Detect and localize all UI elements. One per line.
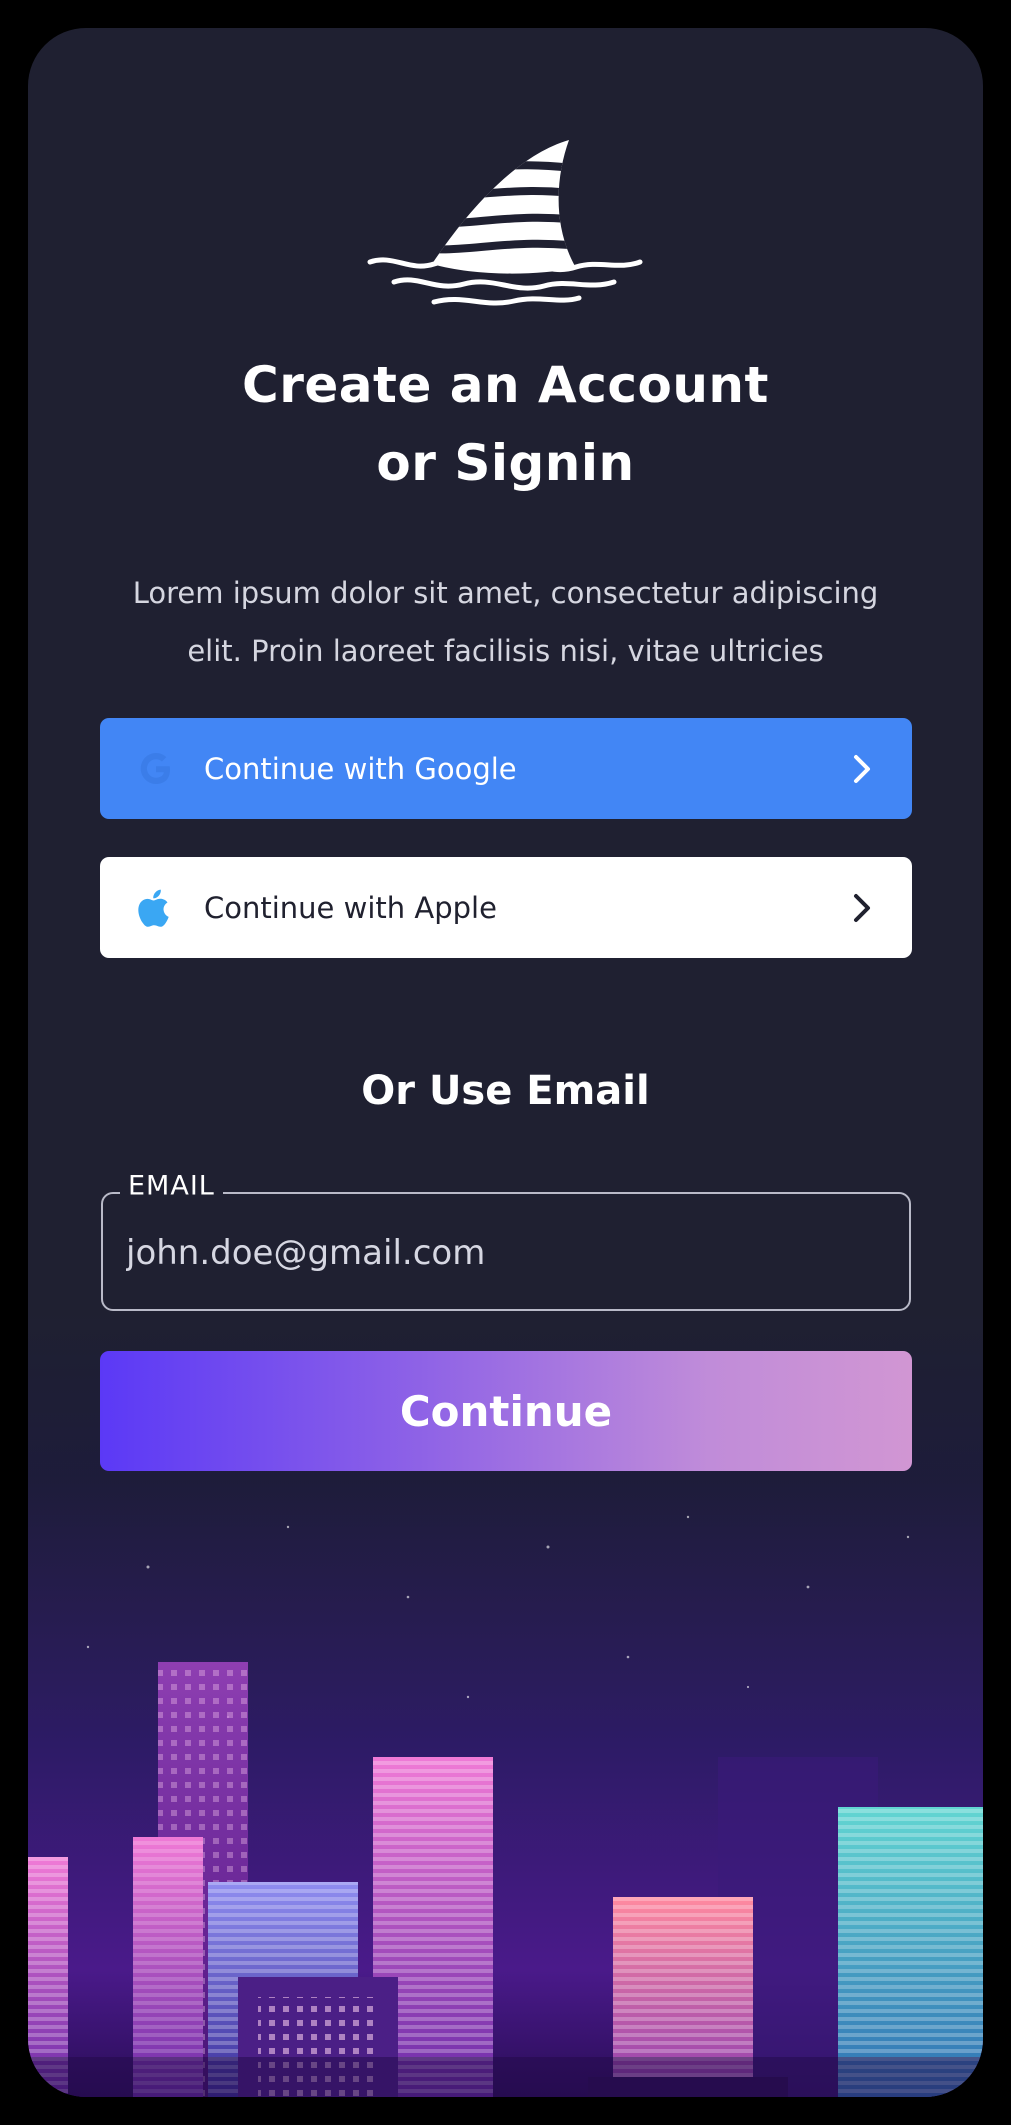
continue-button-label: Continue bbox=[399, 1386, 613, 1436]
chevron-right-icon bbox=[854, 893, 870, 922]
signin-screen: Create an Account or Signin Lorem ipsum … bbox=[28, 28, 983, 2097]
title-line-2: or Signin bbox=[376, 434, 635, 492]
title-line-1: Create an Account bbox=[242, 356, 769, 414]
or-use-email-heading: Or Use Email bbox=[361, 1068, 650, 1114]
email-input[interactable] bbox=[126, 1214, 886, 1292]
continue-with-apple-button[interactable]: Continue with Apple bbox=[100, 857, 912, 958]
apple-icon bbox=[134, 886, 178, 930]
google-icon bbox=[134, 747, 178, 791]
city-skyline-illustration bbox=[28, 1457, 983, 2097]
apple-button-label: Continue with Apple bbox=[204, 890, 497, 925]
google-button-label: Continue with Google bbox=[204, 751, 517, 786]
chevron-right-icon bbox=[854, 754, 870, 783]
continue-button[interactable]: Continue bbox=[100, 1351, 912, 1471]
email-field-label: EMAIL bbox=[120, 1170, 223, 1202]
shark-fin-logo bbox=[367, 140, 643, 306]
page-title: Create an Account or Signin bbox=[28, 346, 983, 502]
subtitle-text: Lorem ipsum dolor sit amet, consectetur … bbox=[132, 576, 879, 668]
continue-with-google-button[interactable]: Continue with Google bbox=[100, 718, 912, 819]
